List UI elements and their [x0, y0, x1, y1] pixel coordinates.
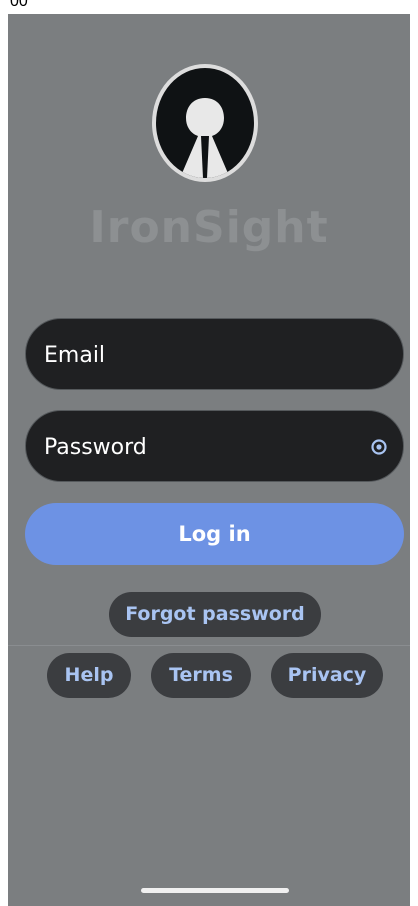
app-logo	[152, 64, 258, 182]
email-input[interactable]	[42, 319, 366, 391]
status-bar: 00	[0, 0, 418, 14]
privacy-link[interactable]: Privacy	[271, 653, 383, 698]
password-input[interactable]	[42, 411, 366, 483]
help-link[interactable]: Help	[47, 653, 131, 698]
login-button[interactable]: Log in	[25, 503, 404, 565]
forgot-password-button[interactable]: Forgot password	[109, 592, 321, 637]
keyhole-icon	[180, 98, 230, 178]
app-title: IronSight	[89, 202, 329, 253]
home-indicator[interactable]	[141, 888, 289, 893]
terms-link[interactable]: Terms	[151, 653, 251, 698]
divider	[8, 645, 410, 646]
password-field[interactable]	[25, 410, 404, 483]
status-time: 00	[10, 0, 28, 10]
email-field[interactable]	[25, 318, 404, 391]
eye-icon[interactable]	[371, 439, 387, 455]
